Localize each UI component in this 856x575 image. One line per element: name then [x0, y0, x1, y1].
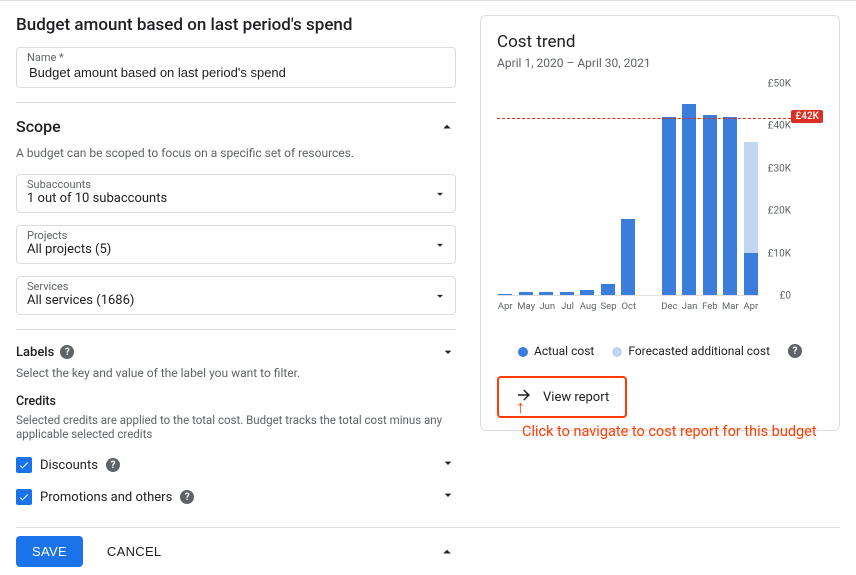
date-range: April 1, 2020 – April 30, 2021 — [497, 56, 823, 70]
help-icon[interactable]: ? — [180, 490, 194, 504]
annotation: ↑ Click to navigate to cost report for t… — [522, 413, 817, 440]
credit-label: Discounts — [40, 458, 98, 473]
view-report-label: View report — [543, 390, 609, 405]
help-icon[interactable]: ? — [788, 344, 802, 358]
projects-select[interactable]: Projects All projects (5) — [16, 225, 456, 264]
checkbox-checked-icon[interactable] — [16, 489, 32, 505]
annotation-text: Click to navigate to cost report for thi… — [522, 423, 817, 440]
projects-label: Projects — [27, 229, 67, 242]
services-label: Services — [27, 280, 68, 293]
chevron-down-icon — [440, 344, 456, 360]
scope-description: A budget can be scoped to focus on a spe… — [16, 146, 456, 160]
services-value: All services (1686) — [27, 293, 134, 308]
legend-forecast: Forecasted additional cost — [612, 344, 770, 358]
cancel-button[interactable]: CANCEL — [101, 543, 168, 560]
footer: SAVE CANCEL — [16, 527, 840, 567]
page-title: Budget amount based on last period's spe… — [16, 15, 456, 35]
x-axis-labels: AprMayJunJulAugSepOctDecJanFebMarApr — [497, 301, 759, 312]
chevron-down-icon — [433, 187, 447, 201]
save-button[interactable]: SAVE — [16, 536, 83, 567]
scope-section-toggle[interactable]: Scope — [16, 117, 456, 136]
subaccounts-select[interactable]: Subaccounts 1 out of 10 subaccounts — [16, 174, 456, 213]
scope-heading: Scope — [16, 117, 61, 136]
checkbox-checked-icon[interactable] — [16, 457, 32, 473]
chevron-down-icon — [440, 487, 456, 507]
threshold-tag: £42K — [791, 110, 823, 123]
credit-label: Promotions and others — [40, 490, 172, 505]
divider — [16, 329, 456, 330]
credit-promotions-row[interactable]: Promotions and others ? — [16, 481, 456, 513]
y-axis-ticks: £50K£40K£30K£20K£10K£0 — [763, 84, 791, 296]
cost-trend-card: Cost trend April 1, 2020 – April 30, 202… — [480, 15, 840, 431]
projects-value: All projects (5) — [27, 242, 111, 257]
chevron-up-icon — [438, 118, 456, 136]
legend-actual: Actual cost — [518, 344, 594, 358]
help-icon[interactable]: ? — [106, 458, 120, 472]
labels-heading: Labels — [16, 345, 54, 360]
arrow-up-icon: ↑ — [516, 397, 525, 418]
services-select[interactable]: Services All services (1686) — [16, 276, 456, 315]
help-icon[interactable]: ? — [60, 345, 74, 359]
chevron-down-icon — [440, 455, 456, 475]
credit-discounts-row[interactable]: Discounts ? — [16, 449, 456, 481]
name-field[interactable]: Name * — [16, 47, 456, 88]
labels-section-toggle[interactable]: Labels ? — [16, 344, 456, 360]
cost-trend-title: Cost trend — [497, 32, 823, 52]
chart-bars — [497, 84, 759, 296]
divider — [16, 102, 456, 103]
subaccounts-label: Subaccounts — [27, 178, 91, 191]
credits-description: Selected credits are applied to the tota… — [16, 413, 456, 441]
chevron-down-icon — [433, 289, 447, 303]
credits-heading: Credits — [16, 394, 456, 409]
cost-trend-chart: £50K£40K£30K£20K£10K£0 £42K AprMayJunJul… — [497, 84, 823, 320]
labels-description: Select the key and value of the label yo… — [16, 366, 456, 380]
name-label: Name * — [27, 51, 64, 64]
name-input[interactable] — [27, 64, 445, 81]
threshold-line: £42K — [497, 118, 791, 119]
chevron-down-icon — [433, 238, 447, 252]
chart-legend: Actual cost Forecasted additional cost ? — [497, 344, 823, 358]
subaccounts-value: 1 out of 10 subaccounts — [27, 191, 167, 206]
